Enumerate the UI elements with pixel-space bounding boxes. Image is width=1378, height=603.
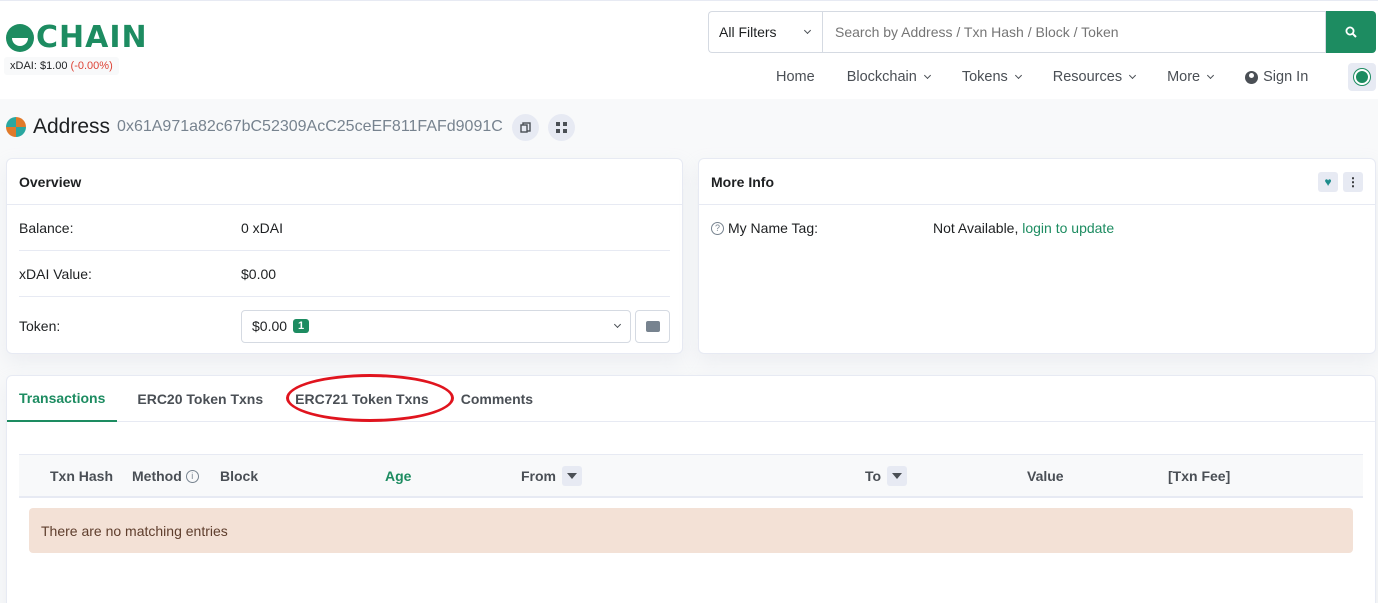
site-header: CHAIN xDAI: $1.00 (-0.00%) All Filters H…: [0, 0, 1378, 99]
nav-tokens[interactable]: Tokens: [961, 69, 1022, 85]
copy-address-button[interactable]: [511, 113, 539, 141]
wallet-icon: [645, 320, 660, 332]
balance-label: Balance:: [19, 219, 74, 236]
col-method: Method i: [132, 468, 199, 484]
overview-title: Overview: [7, 159, 682, 205]
vertical-dots-icon: ⋮: [1347, 174, 1359, 189]
token-label: Token:: [19, 318, 61, 334]
overview-card: Overview Balance: 0 xDAI xDAI Value: $0.…: [6, 158, 683, 354]
tab-bar: Transactions ERC20 Token Txns ERC721 Tok…: [7, 374, 1375, 422]
table-header: Txn Hash Method i Block Age From To Value…: [19, 454, 1363, 498]
login-to-update-link[interactable]: login to update: [1022, 220, 1114, 236]
nav-sign-in[interactable]: Sign In: [1245, 69, 1308, 85]
filter-icon[interactable]: [887, 466, 908, 486]
search-filter-select[interactable]: All Filters: [708, 11, 822, 53]
wallet-button[interactable]: [635, 309, 670, 343]
qr-code-icon: [555, 121, 567, 133]
favorite-button[interactable]: ♥: [1318, 171, 1338, 192]
network-logo-icon: [1354, 69, 1370, 85]
col-from: From: [521, 466, 582, 486]
col-age[interactable]: Age: [385, 468, 411, 484]
chain-logo-icon: [6, 24, 34, 52]
nav-home-label: Home: [776, 69, 815, 85]
copy-icon: [520, 121, 531, 133]
chevron-down-icon: [613, 320, 622, 328]
col-value: Value: [1027, 468, 1064, 484]
col-block: Block: [220, 468, 259, 484]
chevron-down-icon: [1129, 71, 1137, 80]
nav-blockchain[interactable]: Blockchain: [846, 69, 931, 85]
col-txn-hash: Txn Hash: [50, 468, 114, 484]
price-change: (-0.00%): [70, 60, 113, 72]
more-info-card: More Info ♥ ⋮ ? My Name Tag: Not Availab…: [698, 158, 1376, 354]
search-button[interactable]: [1326, 11, 1376, 53]
token-count-badge: 1: [293, 319, 310, 333]
nav-home[interactable]: Home: [776, 69, 815, 85]
name-tag-row: ? My Name Tag: Not Available, login to u…: [711, 205, 1363, 251]
nav-sign-in-label: Sign In: [1263, 69, 1309, 85]
address-title-row: Address 0x61A971a82c67bC52309AcC25ceEF81…: [6, 112, 575, 142]
nav-resources[interactable]: Resources: [1052, 69, 1137, 85]
address-avatar: [6, 117, 26, 137]
help-icon: ?: [711, 221, 724, 235]
name-tag-value-wrap: Not Available, login to update: [933, 220, 1114, 236]
balance-value: 0 xDAI: [241, 219, 284, 236]
site-logo[interactable]: CHAIN: [6, 23, 148, 53]
name-tag-value: Not Available,: [933, 220, 1019, 236]
nav-resources-label: Resources: [1052, 69, 1123, 85]
more-info-header: More Info ♥ ⋮: [699, 159, 1375, 205]
chevron-down-icon: [1014, 71, 1022, 80]
tab-erc721-token-txns[interactable]: ERC721 Token Txns: [283, 376, 441, 422]
token-value: $0.00: [252, 318, 288, 334]
more-options-button[interactable]: ⋮: [1343, 171, 1363, 192]
chevron-down-icon: [923, 71, 931, 80]
token-row: Token: $0.00 1: [19, 297, 670, 355]
nav-more[interactable]: More: [1167, 69, 1215, 85]
value-label: xDAI Value:: [19, 265, 92, 282]
search-icon: [1345, 26, 1357, 38]
info-icon[interactable]: i: [185, 469, 199, 483]
search-filter-label: All Filters: [719, 24, 777, 40]
chevron-down-icon: [803, 26, 812, 34]
name-tag-label-wrap: ? My Name Tag:: [711, 220, 933, 236]
logo-text: CHAIN: [36, 20, 148, 55]
qr-code-button[interactable]: [547, 113, 575, 141]
value-value: $0.00: [241, 265, 277, 282]
price-ticker[interactable]: xDAI: $1.00 (-0.00%): [4, 57, 119, 75]
user-circle-icon: [1245, 70, 1259, 84]
empty-state-message: There are no matching entries: [29, 508, 1353, 553]
nav-blockchain-label: Blockchain: [846, 69, 917, 85]
nav-tokens-label: Tokens: [961, 69, 1008, 85]
col-txn-fee: [Txn Fee]: [1168, 468, 1231, 484]
transactions-card: Transactions ERC20 Token Txns ERC721 Tok…: [6, 374, 1376, 603]
name-tag-label: My Name Tag:: [728, 220, 818, 236]
value-row: xDAI Value: $0.00: [19, 251, 670, 297]
nav-more-label: More: [1167, 69, 1201, 85]
heart-icon: ♥: [1324, 174, 1332, 189]
col-to: To: [865, 466, 908, 486]
search-bar: All Filters: [708, 11, 1376, 53]
filter-icon[interactable]: [562, 466, 582, 486]
price-label: xDAI: $1.00: [10, 60, 68, 72]
tab-comments[interactable]: Comments: [449, 376, 545, 422]
address-hash: 0x61A971a82c67bC52309AcC25ceEF811FAFd909…: [117, 118, 503, 135]
main-nav: Home Blockchain Tokens Resources More Si…: [776, 67, 1340, 87]
balance-row: Balance: 0 xDAI: [19, 205, 670, 251]
chevron-down-icon: [1207, 71, 1215, 80]
tab-erc20-token-txns[interactable]: ERC20 Token Txns: [125, 376, 275, 422]
more-info-title: More Info: [711, 173, 774, 190]
page-title: Address: [33, 115, 111, 138]
token-holdings-dropdown[interactable]: $0.00 1: [241, 309, 631, 343]
network-switch-button[interactable]: [1348, 63, 1376, 91]
tab-transactions[interactable]: Transactions: [7, 376, 118, 422]
search-input[interactable]: [822, 11, 1326, 53]
